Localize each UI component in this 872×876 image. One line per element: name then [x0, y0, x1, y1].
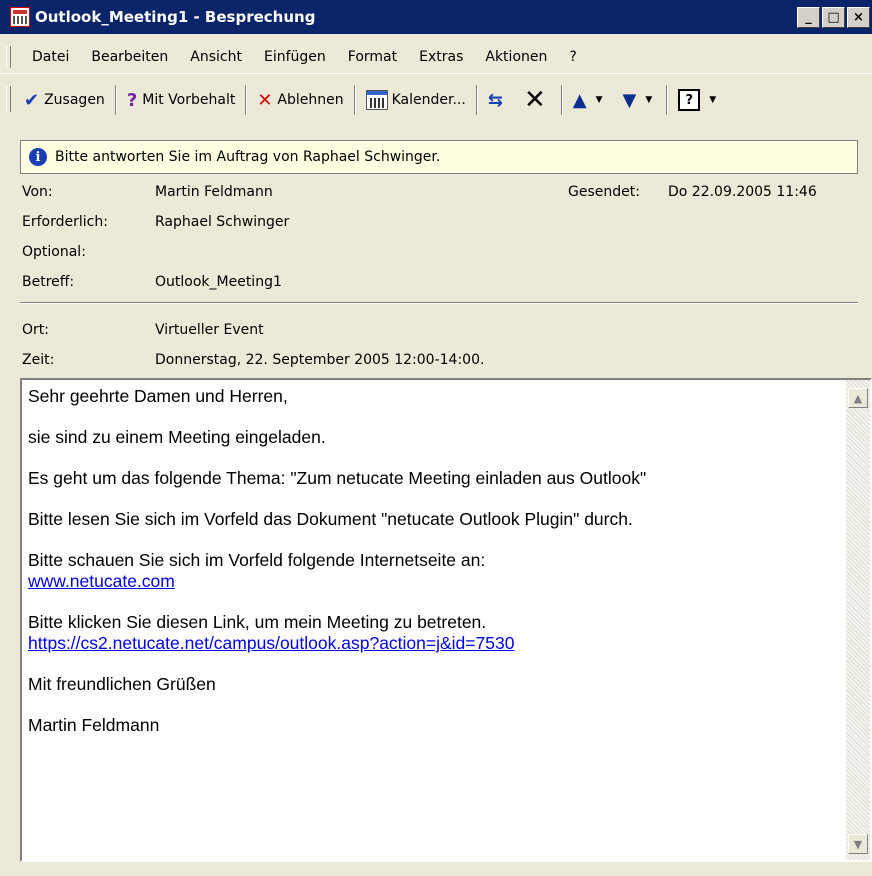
info-text: Bitte antworten Sie im Auftrag von Rapha… [55, 149, 441, 165]
calendar-label: Kalender... [391, 92, 466, 108]
toolbar-separator [475, 85, 478, 115]
website-link[interactable]: www.netucate.com [28, 571, 175, 591]
time-label: Zeit: [22, 352, 55, 368]
message-body[interactable]: Sehr geehrte Damen und Herren, sie sind … [20, 378, 872, 862]
close-button[interactable]: × [847, 7, 870, 28]
sent-value: Do 22.09.2005 11:46 [668, 184, 817, 200]
menu-aktionen[interactable]: Aktionen [471, 49, 555, 65]
message-text: Sehr geehrte Damen und Herren, sie sind … [28, 386, 844, 756]
toolbar-separator [666, 85, 669, 115]
from-value: Martin Feldmann [155, 184, 273, 200]
menu-einfuegen[interactable]: Einfügen [250, 49, 334, 65]
title-bar[interactable]: Outlook_Meeting1 - Besprechung _ □ × [0, 0, 872, 34]
accept-button[interactable]: ✔ Zusagen [16, 84, 113, 116]
closing-line: Mit freundlichen Grüßen [28, 674, 216, 694]
toolbar: ✔ Zusagen ? Mit Vorbehalt ✕ Ablehnen Kal… [0, 78, 872, 122]
dropdown-arrow-icon[interactable]: ▼ [645, 95, 652, 105]
meeting-paragraph: Bitte klicken Sie diesen Link, um mein M… [28, 612, 844, 654]
calendar-icon [365, 90, 388, 110]
greeting-line: Sehr geehrte Damen und Herren, [28, 386, 288, 406]
dropdown-arrow-icon[interactable]: ▼ [709, 95, 716, 105]
scroll-up-icon[interactable]: ▲ [848, 388, 868, 408]
toolbar-separator [560, 85, 563, 115]
toolbar-separator [245, 85, 248, 115]
menu-bar: Datei Bearbeiten Ansicht Einfügen Format… [0, 40, 872, 74]
forward-meeting-icon: ⇆ [487, 89, 503, 111]
help-button[interactable]: ? ▼ [670, 84, 728, 116]
meeting-window: Outlook_Meeting1 - Besprechung _ □ × Dat… [0, 0, 872, 876]
meeting-link[interactable]: https://cs2.netucate.net/campus/outlook.… [28, 633, 514, 653]
menu-bearbeiten[interactable]: Bearbeiten [77, 49, 176, 65]
document-line: Bitte lesen Sie sich im Vorfeld das Doku… [28, 509, 633, 529]
dropdown-arrow-icon[interactable]: ▼ [596, 95, 603, 105]
question-mark-icon: ? [126, 89, 138, 111]
menu-ansicht[interactable]: Ansicht [176, 49, 250, 65]
toolbar-separator [353, 85, 356, 115]
next-item-button[interactable]: ▼ ▼ [615, 84, 665, 116]
time-value: Donnerstag, 22. September 2005 12:00-14:… [155, 352, 485, 368]
invite-line: sie sind zu einem Meeting eingeladen. [28, 427, 326, 447]
previous-item-button[interactable]: ▲ ▼ [565, 84, 615, 116]
checkmark-icon: ✔ [24, 89, 40, 111]
required-value: Raphael Schwinger [155, 214, 290, 230]
red-x-icon: ✕ [257, 89, 273, 111]
topic-line: Es geht um das folgende Thema: "Zum netu… [28, 468, 647, 488]
meeting-intro: Bitte klicken Sie diesen Link, um mein M… [28, 612, 487, 632]
menu-help[interactable]: ? [555, 49, 584, 65]
menu-format[interactable]: Format [334, 49, 405, 65]
forward-button[interactable]: ⇆ [480, 84, 516, 116]
decline-label: Ablehnen [277, 92, 344, 108]
vertical-scrollbar[interactable]: ▲ ▼ [846, 380, 870, 860]
help-icon: ? [678, 89, 701, 111]
scroll-down-icon[interactable]: ▼ [848, 834, 868, 854]
minimize-button[interactable]: _ [797, 7, 820, 28]
tentative-label: Mit Vorbehalt [142, 92, 236, 108]
window-title: Outlook_Meeting1 - Besprechung [35, 8, 316, 26]
from-label: Von: [22, 184, 53, 200]
calendar-button[interactable]: Kalender... [358, 84, 474, 116]
meeting-icon [10, 7, 30, 27]
sent-label: Gesendet: [568, 184, 640, 200]
subject-value: Outlook_Meeting1 [155, 274, 282, 290]
accept-label: Zusagen [44, 92, 105, 108]
required-label: Erforderlich: [22, 214, 108, 230]
menu-extras[interactable]: Extras [405, 49, 471, 65]
maximize-button[interactable]: □ [822, 7, 845, 28]
location-value: Virtueller Event [155, 322, 264, 338]
info-icon: i [29, 148, 47, 166]
arrow-down-icon: ▼ [622, 89, 637, 111]
delete-icon: ✕ [523, 85, 546, 115]
window-controls: _ □ × [797, 7, 870, 28]
delete-button[interactable]: ✕ [516, 84, 559, 116]
menu-datei[interactable]: Datei [16, 49, 77, 65]
info-bar: i Bitte antworten Sie im Auftrag von Rap… [20, 140, 858, 174]
toolbar-separator [114, 85, 117, 115]
website-intro: Bitte schauen Sie sich im Vorfeld folgen… [28, 550, 486, 570]
decline-button[interactable]: ✕ Ablehnen [249, 84, 351, 116]
website-paragraph: Bitte schauen Sie sich im Vorfeld folgen… [28, 550, 844, 592]
location-label: Ort: [22, 322, 49, 338]
subject-label: Betreff: [22, 274, 75, 290]
tentative-button[interactable]: ? Mit Vorbehalt [119, 84, 244, 116]
signature-line: Martin Feldmann [28, 715, 160, 735]
header-divider [20, 302, 858, 304]
optional-label: Optional: [22, 244, 86, 260]
arrow-up-icon: ▲ [572, 89, 587, 111]
